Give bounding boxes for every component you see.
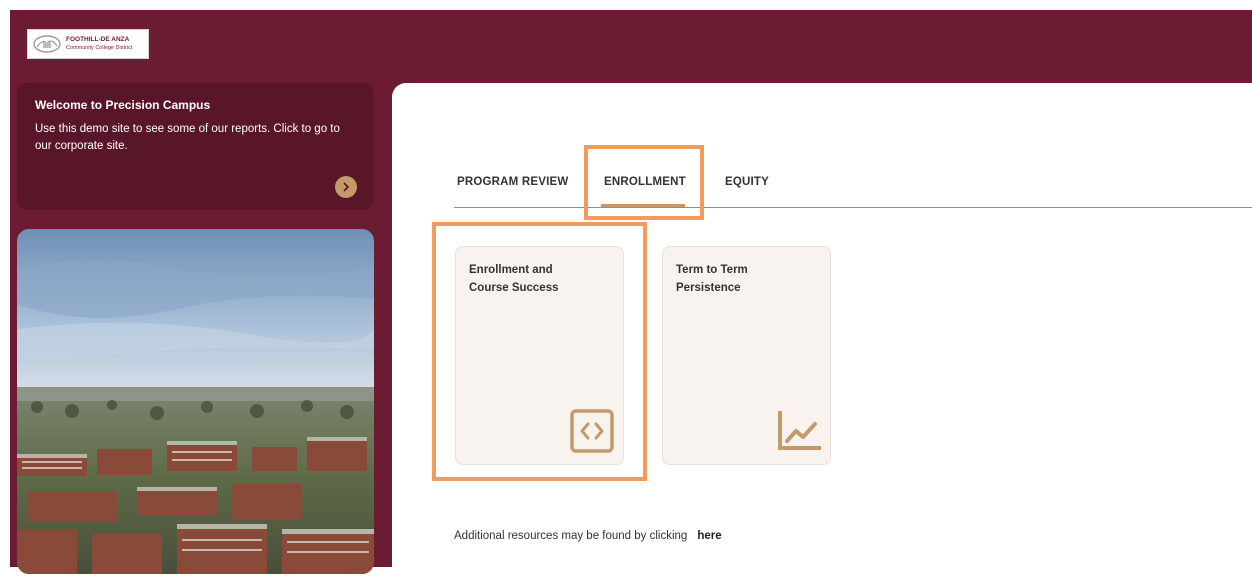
tab-program-review[interactable]: PROGRAM REVIEW [457,176,568,188]
college-seal-icon [33,35,61,53]
window-top-margin [0,0,1252,10]
logo-text: FOOTHILL-DE ANZA Community College Distr… [66,36,132,52]
line-chart-icon [778,411,821,450]
window-left-margin [0,0,10,567]
welcome-title: Welcome to Precision Campus [35,98,211,112]
tab-divider [454,207,1252,208]
welcome-panel: Welcome to Precision Campus Use this dem… [17,83,373,210]
logo-line-1: FOOTHILL-DE ANZA [66,36,130,43]
additional-resources-text: Additional resources may be found by cli… [454,530,722,542]
district-logo[interactable]: FOOTHILL-DE ANZA Community College Distr… [27,29,149,59]
additional-resources-label: Additional resources may be found by cli… [454,530,688,542]
card-enrollment-course-success[interactable]: Enrollment and Course Success [455,246,624,465]
chevron-right-icon [343,182,349,192]
tab-enrollment[interactable]: ENROLLMENT [604,176,686,188]
card-title: Term to Term Persistence [676,264,748,294]
code-brackets-icon [570,409,614,453]
card-title: Enrollment and Course Success [469,264,559,294]
corporate-site-button[interactable] [335,176,357,198]
welcome-body: Use this demo site to see some of our re… [35,123,340,152]
tab-equity[interactable]: EQUITY [725,176,769,188]
logo-line-2: Community College District [66,45,133,51]
card-term-to-term-persistence[interactable]: Term to Term Persistence [662,246,831,465]
active-tab-indicator [601,204,685,207]
additional-resources-link[interactable]: here [697,530,721,542]
campus-photo [17,229,374,574]
